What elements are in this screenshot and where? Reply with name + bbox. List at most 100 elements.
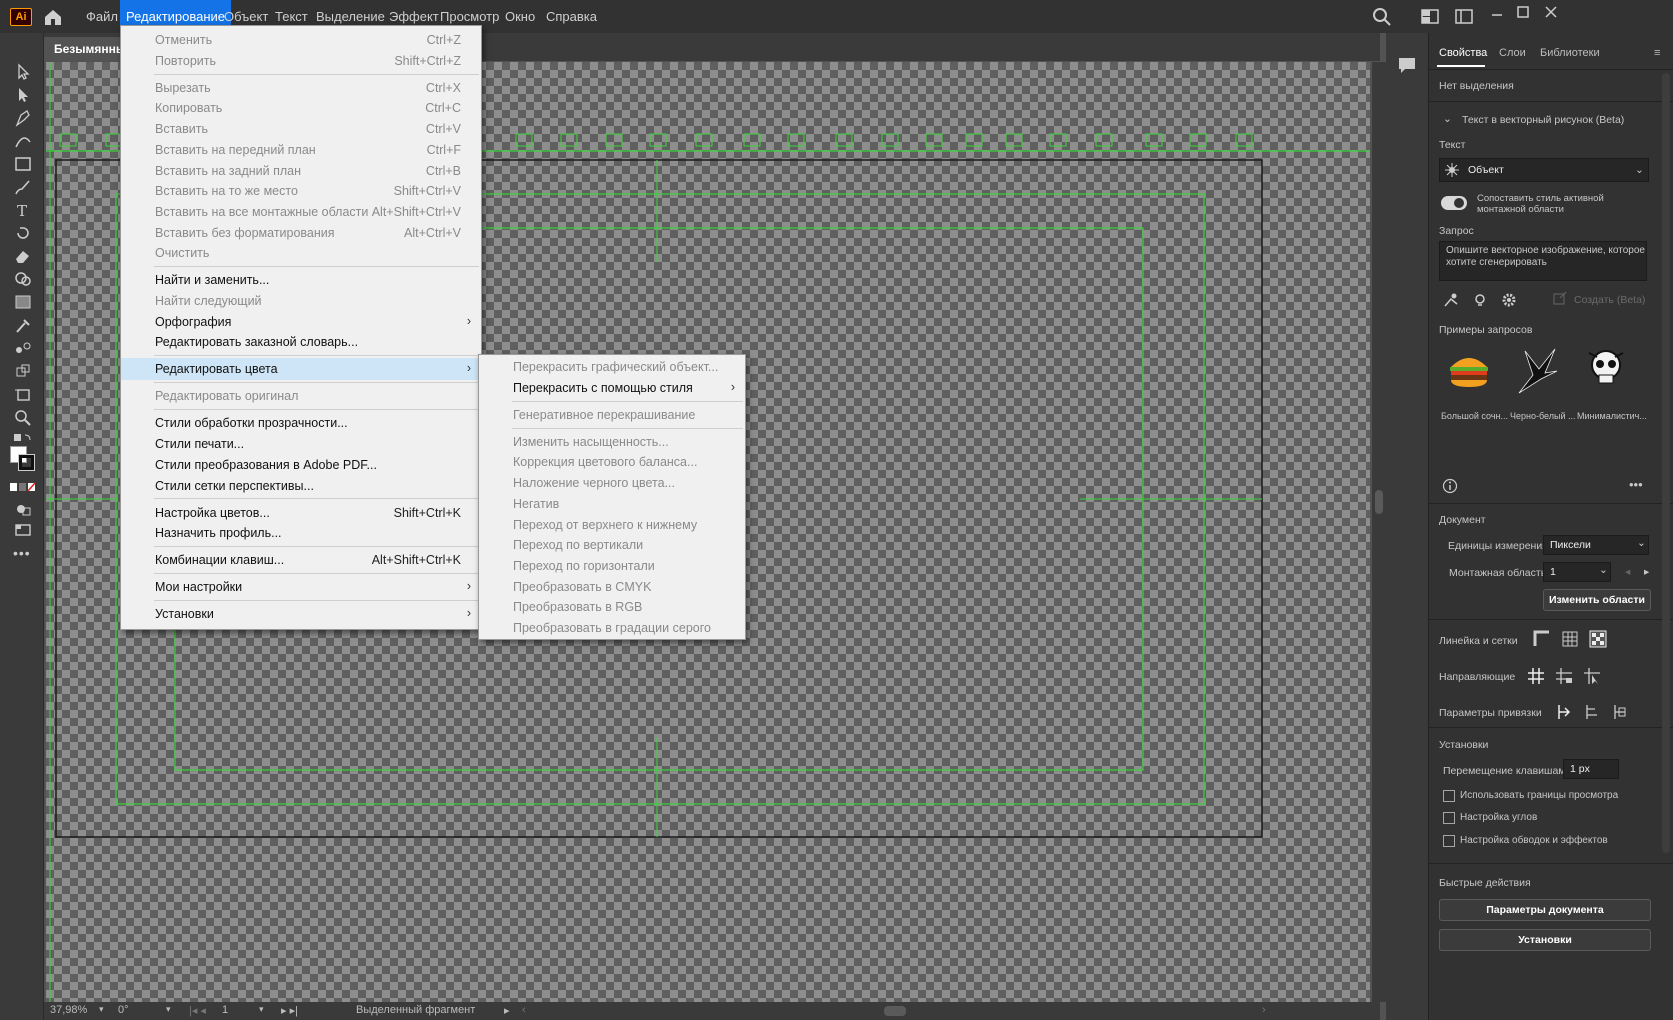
bird-example-image[interactable] bbox=[1515, 345, 1561, 395]
minimize-icon[interactable] bbox=[1490, 8, 1504, 22]
scroll-right-icon[interactable]: › bbox=[1262, 1004, 1266, 1016]
edit-menu-item[interactable]: Мои настройки › bbox=[121, 576, 481, 598]
lock-guides-icon[interactable] bbox=[1555, 667, 1573, 685]
grid-icon[interactable] bbox=[1561, 630, 1579, 648]
tab-libraries[interactable]: Библиотеки bbox=[1540, 47, 1600, 59]
units-select[interactable]: Пиксели bbox=[1543, 535, 1649, 555]
arrange-documents-icon[interactable] bbox=[1421, 9, 1439, 24]
edit-menu-item[interactable]: Орфография › bbox=[121, 311, 481, 333]
menu-9[interactable]: Справка bbox=[540, 0, 603, 33]
menu-1[interactable]: Файл bbox=[80, 0, 124, 33]
skull-example-image[interactable] bbox=[1583, 345, 1629, 391]
eraser-tool-icon[interactable] bbox=[13, 247, 33, 265]
edit-colors-item[interactable]: Негатив bbox=[479, 493, 745, 515]
edit-menu-item[interactable]: Повторить Shift+Ctrl+Z bbox=[121, 50, 481, 72]
search-icon[interactable] bbox=[1372, 7, 1392, 27]
generate-button[interactable]: Создать (Beta) bbox=[1574, 294, 1645, 306]
edit-menu-item[interactable]: Найти и заменить... bbox=[121, 269, 481, 291]
edit-menu-item[interactable]: Очистить bbox=[121, 242, 481, 264]
edit-colors-item[interactable]: Изменить насыщенность... bbox=[479, 431, 745, 453]
chevron-down-icon[interactable]: ▾ bbox=[166, 1004, 171, 1015]
home-icon[interactable] bbox=[42, 7, 64, 27]
edit-menu-item[interactable]: Установки › bbox=[121, 603, 481, 625]
maximize-icon[interactable] bbox=[1516, 5, 1530, 19]
edit-artboards-button[interactable]: Изменить области bbox=[1543, 589, 1651, 611]
snap-to-point-icon[interactable] bbox=[1555, 703, 1573, 721]
edit-colors-item[interactable]: Переход по горизонтали bbox=[479, 555, 745, 577]
type-tool-icon[interactable]: T bbox=[13, 201, 33, 219]
edit-colors-item[interactable]: Перекрасить графический объект... bbox=[479, 356, 745, 378]
burger-example-image[interactable] bbox=[1447, 347, 1491, 391]
next-artboard-icon[interactable]: ▸ ▸| bbox=[281, 1004, 298, 1017]
play-icon[interactable]: ▸ bbox=[504, 1004, 510, 1017]
pen-tool-icon[interactable] bbox=[13, 109, 33, 127]
ruler-icon[interactable] bbox=[1533, 630, 1551, 648]
edit-menu-item[interactable]: Редактировать заказной словарь... bbox=[121, 331, 481, 353]
edit-menu-item[interactable]: Стили обработки прозрачности... bbox=[121, 412, 481, 434]
zoom-value[interactable]: 37,98% bbox=[50, 1004, 87, 1016]
edit-colors-item[interactable]: Наложение черного цвета... bbox=[479, 472, 745, 494]
rectangle-tool-icon[interactable] bbox=[13, 155, 33, 173]
curvature-tool-icon[interactable] bbox=[13, 132, 33, 150]
edit-menu-item[interactable]: Стили сетки перспективы... bbox=[121, 475, 481, 497]
transparency-grid-icon[interactable] bbox=[1589, 630, 1607, 648]
keyboard-increment-input[interactable]: 1 px bbox=[1563, 759, 1619, 779]
fill-stroke-swatch[interactable] bbox=[10, 446, 36, 472]
panel-scrollbar[interactable] bbox=[1662, 73, 1670, 853]
edit-menu-item[interactable]: Копировать Ctrl+C bbox=[121, 97, 481, 119]
tab-layers[interactable]: Слои bbox=[1499, 47, 1526, 59]
workspace-icon[interactable] bbox=[1455, 9, 1473, 24]
zoom-tool-icon[interactable] bbox=[13, 408, 33, 426]
screen-mode-icon[interactable] bbox=[13, 521, 33, 539]
snap-to-glyph-icon[interactable] bbox=[1583, 703, 1601, 721]
show-guides-icon[interactable] bbox=[1527, 667, 1545, 685]
edit-menu-item[interactable]: Назначить профиль... bbox=[121, 522, 481, 544]
blend-tool-icon[interactable] bbox=[13, 339, 33, 357]
edit-menu-item[interactable]: Вставить на задний план Ctrl+B bbox=[121, 160, 481, 182]
gradient-tool-icon[interactable] bbox=[13, 293, 33, 311]
info-icon[interactable] bbox=[1442, 478, 1458, 494]
edit-menu-item[interactable]: Вырезать Ctrl+X bbox=[121, 77, 481, 99]
comments-icon[interactable] bbox=[1396, 55, 1418, 75]
smart-guides-icon[interactable] bbox=[1583, 667, 1601, 685]
edit-colors-item[interactable]: Преобразовать в RGB bbox=[479, 596, 745, 618]
chevron-down-icon[interactable]: ▾ bbox=[259, 1004, 264, 1015]
style-reference-icon[interactable] bbox=[1442, 291, 1460, 309]
symbol-sprayer-tool-icon[interactable] bbox=[13, 362, 33, 380]
edit-menu-item[interactable]: Комбинации клавиш... Alt+Shift+Ctrl+K bbox=[121, 549, 481, 571]
first-artboard-icon[interactable]: |◂ ◂ bbox=[189, 1004, 206, 1017]
scale-strokes-checkbox[interactable] bbox=[1443, 835, 1455, 847]
edit-colors-item[interactable]: Преобразовать в CMYK bbox=[479, 576, 745, 598]
more-tools-icon[interactable]: ••• bbox=[13, 545, 33, 563]
snap-to-pixel-icon[interactable] bbox=[1611, 703, 1629, 721]
preferences-button[interactable]: Установки bbox=[1439, 929, 1651, 951]
scroll-left-icon[interactable]: ‹ bbox=[522, 1004, 526, 1016]
type-select[interactable]: Объект bbox=[1439, 158, 1649, 182]
edit-colors-item[interactable]: Переход от верхнего к нижнему bbox=[479, 514, 745, 536]
edit-colors-item[interactable]: Коррекция цветового баланса... bbox=[479, 451, 745, 473]
edit-menu-item[interactable]: Редактировать оригинал bbox=[121, 385, 481, 407]
edit-menu-item[interactable]: Вставить без форматирования Alt+Ctrl+V bbox=[121, 222, 481, 244]
selection-tool-icon[interactable] bbox=[13, 63, 33, 81]
eyedropper-tool-icon[interactable] bbox=[13, 316, 33, 334]
chevron-down-icon[interactable]: ⌄ bbox=[1635, 164, 1644, 176]
prev-artboard-icon[interactable]: ◂ bbox=[1625, 566, 1630, 578]
close-icon[interactable] bbox=[1544, 5, 1558, 19]
artboard-number[interactable]: 1 bbox=[222, 1004, 228, 1016]
rotate-tool-icon[interactable] bbox=[13, 224, 33, 242]
edit-menu-item[interactable]: Найти следующий bbox=[121, 290, 481, 312]
match-style-toggle[interactable] bbox=[1441, 196, 1467, 210]
edit-menu-item[interactable]: Настройка цветов... Shift+Ctrl+K bbox=[121, 502, 481, 524]
chevron-down-icon[interactable]: ▾ bbox=[99, 1004, 104, 1015]
paintbrush-tool-icon[interactable] bbox=[13, 178, 33, 196]
edit-menu-item[interactable]: Вставить Ctrl+V bbox=[121, 118, 481, 140]
edit-colors-item[interactable]: Генеративное перекрашивание bbox=[479, 404, 745, 426]
edit-menu-item[interactable]: Вставить на то же место Shift+Ctrl+V bbox=[121, 180, 481, 202]
menu-8[interactable]: Окно bbox=[499, 0, 541, 33]
edit-menu-item[interactable]: Вставить на передний план Ctrl+F bbox=[121, 139, 481, 161]
chevron-down-icon[interactable]: ⌄ bbox=[1637, 537, 1646, 549]
next-artboard-icon[interactable]: ▸ bbox=[1644, 566, 1649, 578]
status-mode[interactable]: Выделенный фрагмент bbox=[356, 1004, 475, 1016]
scrollbar-thumb[interactable] bbox=[1375, 490, 1383, 514]
edit-menu-item[interactable]: Редактировать цвета › bbox=[121, 358, 481, 381]
